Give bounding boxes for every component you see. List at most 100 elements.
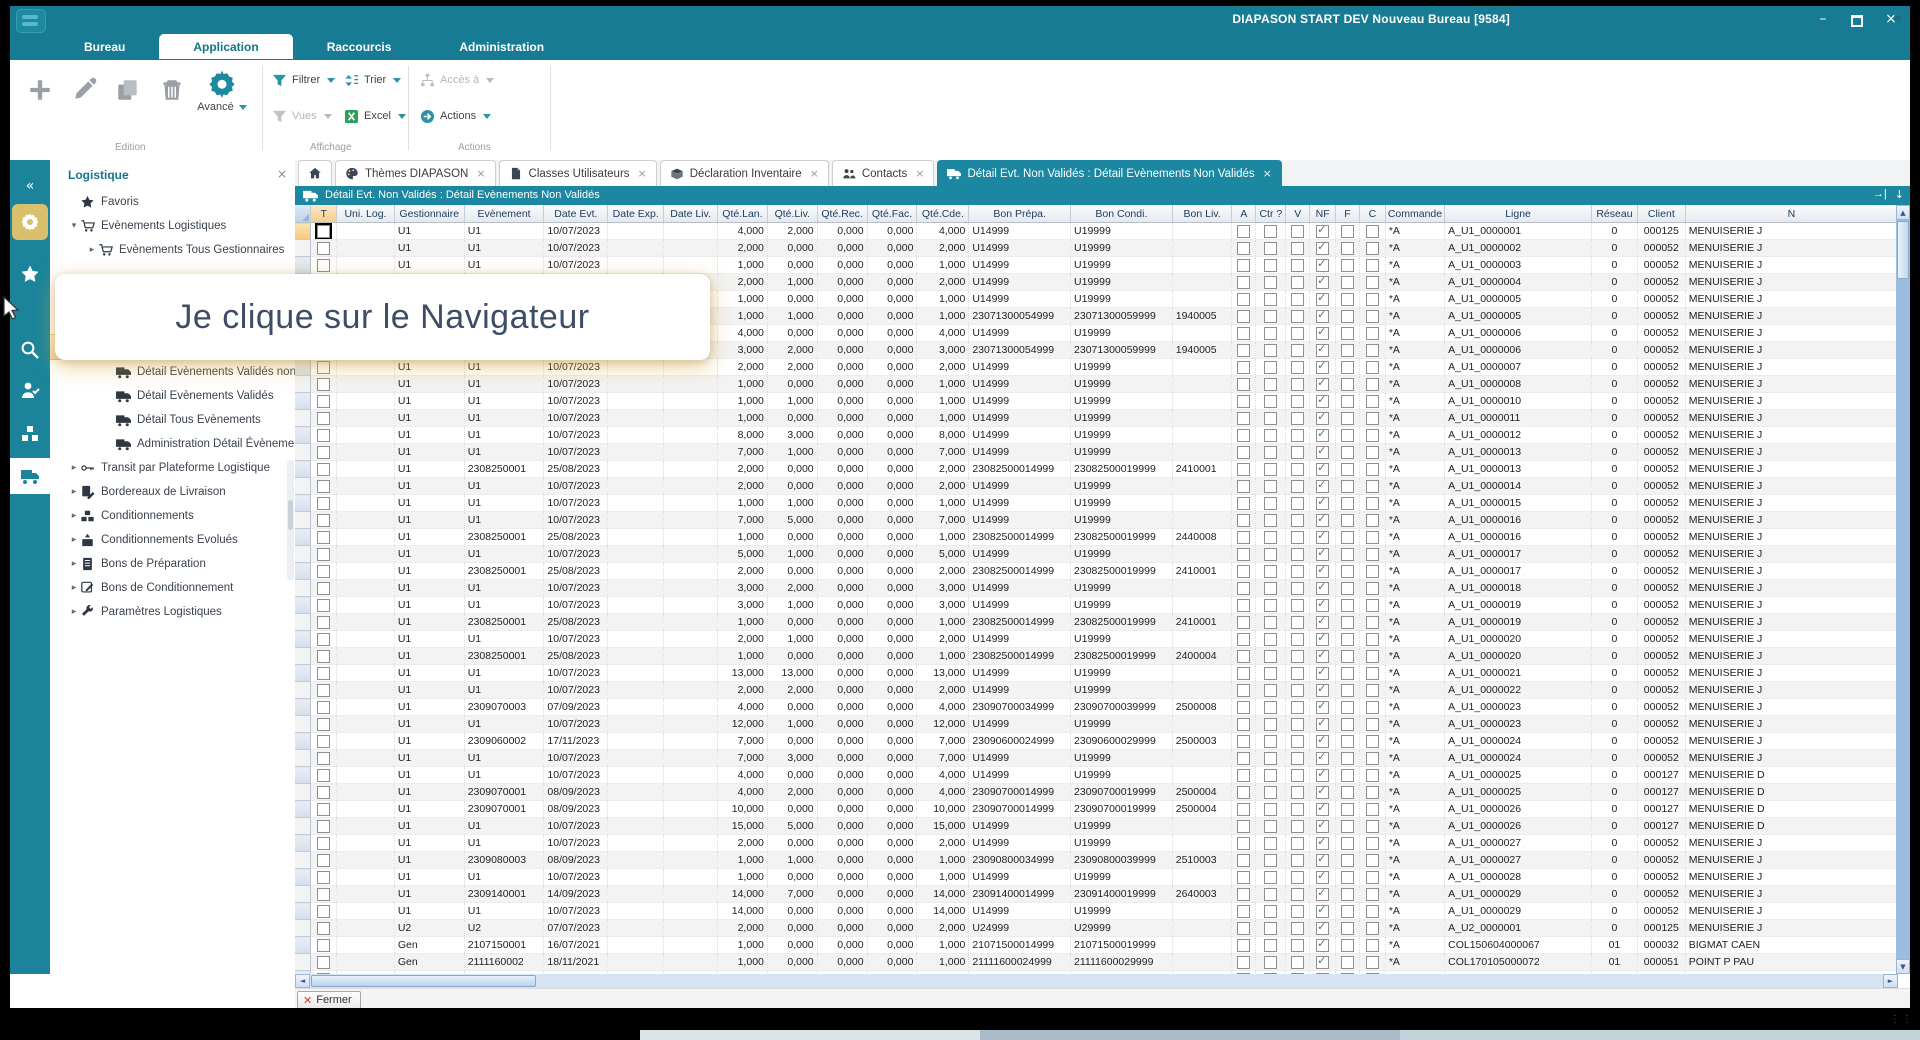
checkbox-t[interactable]	[317, 922, 330, 935]
checkbox-c[interactable]	[1366, 531, 1379, 544]
checkbox-v[interactable]	[1291, 514, 1304, 527]
checkbox-f[interactable]	[1341, 378, 1354, 391]
cell-v[interactable]	[1286, 291, 1310, 308]
cell-ctr-[interactable]	[1256, 257, 1286, 274]
cell-nf[interactable]	[1310, 682, 1336, 699]
checkbox-v[interactable]	[1291, 837, 1304, 850]
advanced-button[interactable]: Avancé	[190, 68, 254, 113]
cell-nf[interactable]	[1310, 597, 1336, 614]
cell-f[interactable]	[1336, 920, 1360, 937]
cell-a[interactable]	[1232, 291, 1256, 308]
checkbox-ctr-[interactable]	[1264, 752, 1277, 765]
checkbox-ctr-[interactable]	[1264, 871, 1277, 884]
checkbox-f[interactable]	[1341, 752, 1354, 765]
table-row[interactable]: U1230907000307/09/20234,0000,0000,0000,0…	[295, 699, 1898, 716]
column-header-nf[interactable]: NF	[1310, 205, 1336, 223]
checkbox-c[interactable]	[1366, 276, 1379, 289]
cell-t[interactable]	[311, 750, 337, 767]
row-selector[interactable]	[295, 801, 311, 818]
cell-ctr-[interactable]	[1256, 512, 1286, 529]
cell-ctr-[interactable]	[1256, 597, 1286, 614]
cell-ctr-[interactable]	[1256, 308, 1286, 325]
checkbox-f[interactable]	[1341, 293, 1354, 306]
cell-t[interactable]	[311, 784, 337, 801]
cell-ctr-[interactable]	[1256, 223, 1286, 240]
checkbox-v[interactable]	[1291, 633, 1304, 646]
column-header-n[interactable]: N	[1685, 205, 1897, 223]
cell-v[interactable]	[1286, 529, 1310, 546]
table-row[interactable]: U1U110/07/20231,0000,0000,0000,0001,000U…	[295, 410, 1898, 427]
checkbox-nf[interactable]	[1316, 463, 1329, 476]
table-row[interactable]: U1230908000308/09/20231,0001,0000,0000,0…	[295, 852, 1898, 869]
cell-ctr-[interactable]	[1256, 495, 1286, 512]
export-down-icon[interactable]: ↓	[1895, 188, 1904, 201]
tab-classes-utilisateurs[interactable]: Classes Utilisateurs×	[499, 160, 657, 186]
cell-a[interactable]	[1232, 954, 1256, 971]
cell-t[interactable]	[311, 393, 337, 410]
cell-a[interactable]	[1232, 274, 1256, 291]
cell-f[interactable]	[1336, 665, 1360, 682]
table-row[interactable]: U1U110/07/202314,0000,0000,0000,00014,00…	[295, 903, 1898, 920]
cell-a[interactable]	[1232, 852, 1256, 869]
checkbox-c[interactable]	[1366, 259, 1379, 272]
checkbox-v[interactable]	[1291, 803, 1304, 816]
checkbox-a[interactable]	[1237, 395, 1250, 408]
tab-close-icon[interactable]: ×	[810, 167, 819, 180]
checkbox-f[interactable]	[1341, 582, 1354, 595]
cell-ctr-[interactable]	[1256, 886, 1286, 903]
cell-a[interactable]	[1232, 818, 1256, 835]
checkbox-a[interactable]	[1237, 905, 1250, 918]
scroll-up-icon[interactable]: ▲	[1896, 205, 1910, 220]
checkbox-v[interactable]	[1291, 616, 1304, 629]
checkbox-nf[interactable]	[1316, 242, 1329, 255]
cell-v[interactable]	[1286, 852, 1310, 869]
checkbox-a[interactable]	[1237, 497, 1250, 510]
checkbox-nf[interactable]	[1316, 684, 1329, 697]
cell-nf[interactable]	[1310, 801, 1336, 818]
checkbox-a[interactable]	[1237, 939, 1250, 952]
column-header-qt-lan-[interactable]: Qté.Lan.	[717, 205, 767, 223]
cell-a[interactable]	[1232, 648, 1256, 665]
cell-a[interactable]	[1232, 546, 1256, 563]
cell-ctr-[interactable]	[1256, 920, 1286, 937]
column-header-ligne[interactable]: Ligne	[1445, 205, 1592, 223]
cell-ctr-[interactable]	[1256, 903, 1286, 920]
cell-a[interactable]	[1232, 461, 1256, 478]
table-row[interactable]: U1230825000125/08/20231,0000,0000,0000,0…	[295, 614, 1898, 631]
checkbox-c[interactable]	[1366, 514, 1379, 527]
checkbox-c[interactable]	[1366, 565, 1379, 578]
cell-v[interactable]	[1286, 614, 1310, 631]
cell-c[interactable]	[1359, 835, 1385, 852]
cell-f[interactable]	[1336, 291, 1360, 308]
sidebar-item-bons-de-pr-paration[interactable]: ▸Bons de Préparation	[50, 552, 295, 576]
checkbox-c[interactable]	[1366, 854, 1379, 867]
cell-f[interactable]	[1336, 478, 1360, 495]
checkbox-a[interactable]	[1237, 684, 1250, 697]
cell-t[interactable]	[311, 359, 337, 376]
cell-f[interactable]	[1336, 750, 1360, 767]
row-selector[interactable]	[295, 920, 311, 937]
cell-c[interactable]	[1359, 223, 1385, 240]
checkbox-ctr-[interactable]	[1264, 667, 1277, 680]
cell-v[interactable]	[1286, 784, 1310, 801]
checkbox-ctr-[interactable]	[1264, 939, 1277, 952]
checkbox-nf[interactable]	[1316, 650, 1329, 663]
cell-a[interactable]	[1232, 529, 1256, 546]
checkbox-nf[interactable]	[1316, 514, 1329, 527]
checkbox-a[interactable]	[1237, 888, 1250, 901]
cell-a[interactable]	[1232, 444, 1256, 461]
table-row[interactable]: U1U110/07/20234,0000,0000,0000,0004,000U…	[295, 767, 1898, 784]
cell-c[interactable]	[1359, 240, 1385, 257]
checkbox-ctr-[interactable]	[1264, 956, 1277, 969]
cell-c[interactable]	[1359, 801, 1385, 818]
checkbox-a[interactable]	[1237, 752, 1250, 765]
cell-nf[interactable]	[1310, 563, 1336, 580]
restore-button[interactable]	[1848, 10, 1866, 28]
table-row[interactable]: U1U110/07/20231,0000,0000,0000,0001,000U…	[295, 869, 1898, 886]
checkbox-f[interactable]	[1341, 956, 1354, 969]
cell-ctr-[interactable]	[1256, 937, 1286, 954]
row-selector[interactable]	[295, 835, 311, 852]
checkbox-v[interactable]	[1291, 412, 1304, 425]
table-row[interactable]: U1230825000125/08/20232,0000,0000,0000,0…	[295, 563, 1898, 580]
checkbox-c[interactable]	[1366, 293, 1379, 306]
